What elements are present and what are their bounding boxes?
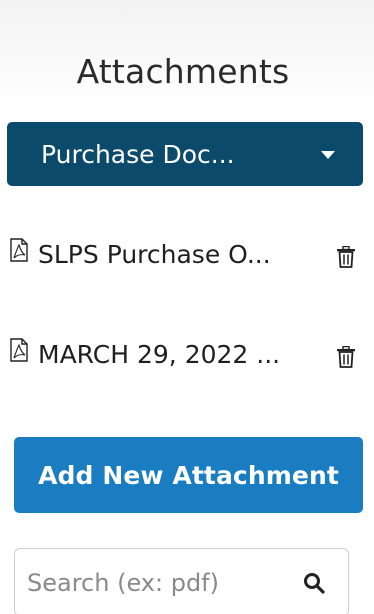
pdf-file-icon	[10, 338, 28, 362]
search-input[interactable]	[27, 563, 267, 603]
panel-title: Attachments	[76, 52, 290, 91]
category-dropdown[interactable]: Purchase Doc...	[7, 122, 363, 186]
attachments-panel: Attachments Purchase Doc... SLPS Purchas…	[0, 0, 374, 614]
attachment-item: SLPS Purchase O...	[8, 238, 358, 278]
attachment-name[interactable]: MARCH 29, 2022 ...	[38, 340, 280, 369]
search-icon[interactable]	[302, 571, 326, 595]
attachment-item: MARCH 29, 2022 ...	[8, 338, 358, 378]
pdf-file-icon	[10, 238, 28, 262]
search-box	[14, 548, 349, 614]
trash-icon[interactable]	[336, 246, 356, 268]
category-dropdown-label: Purchase Doc...	[41, 139, 235, 169]
trash-icon[interactable]	[336, 346, 356, 368]
add-new-attachment-button[interactable]: Add New Attachment	[14, 437, 363, 513]
caret-down-icon	[321, 151, 335, 159]
attachment-name[interactable]: SLPS Purchase O...	[38, 240, 271, 269]
